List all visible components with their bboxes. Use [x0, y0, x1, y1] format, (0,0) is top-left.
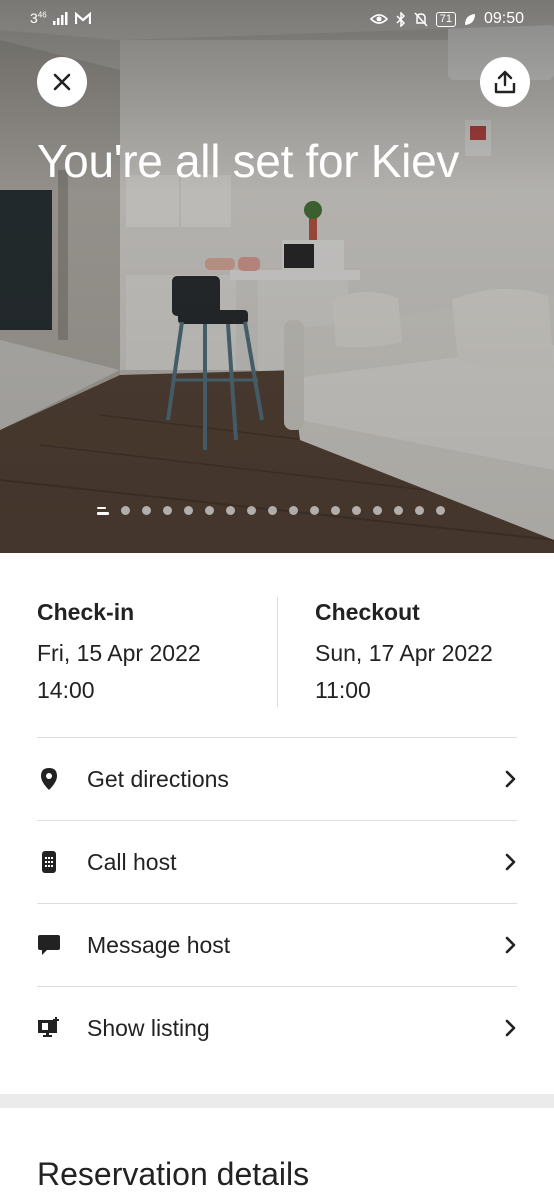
checkin-label: Check-in [37, 599, 135, 625]
show-listing-row[interactable]: Show listing [37, 987, 517, 1069]
share-icon [494, 70, 516, 94]
carousel-dot[interactable] [289, 506, 298, 515]
section-separator [0, 1094, 554, 1108]
listing-icon [37, 1016, 61, 1040]
checkin-block: Check-in Fri, 15 Apr 2022 14:00 [37, 597, 201, 704]
carousel-dot[interactable] [268, 506, 277, 515]
carousel-dot[interactable] [373, 506, 382, 515]
close-button[interactable] [37, 57, 87, 107]
carousel-dot[interactable] [394, 506, 403, 515]
carousel-dot[interactable] [310, 506, 319, 515]
status-bar: 346 71 09:50 [0, 0, 554, 38]
carousel-dot[interactable] [415, 506, 424, 515]
carousel-dot[interactable] [121, 506, 130, 515]
show-listing-label: Show listing [87, 1014, 210, 1041]
checkout-label: Checkout [315, 599, 420, 625]
carousel-dot[interactable] [163, 506, 172, 515]
hero-photo-carousel[interactable]: 346 71 09:50 You're all set for Kiev [0, 0, 554, 553]
carousel-dot[interactable] [184, 506, 193, 515]
carousel-dot[interactable] [205, 506, 214, 515]
battery-indicator: 71 [435, 11, 456, 27]
carousel-dot[interactable] [247, 506, 256, 515]
chevron-right-icon [503, 852, 517, 872]
mute-bell-icon [414, 11, 428, 27]
checkout-time: 11:00 [315, 677, 371, 703]
network-type: 346 [30, 10, 47, 26]
eye-icon [369, 14, 388, 24]
share-button[interactable] [480, 57, 530, 107]
page-title: You're all set for Kiev [37, 135, 460, 187]
reservation-details-heading: Reservation details [37, 1156, 310, 1192]
location-pin-icon [37, 767, 61, 791]
checkin-time: 14:00 [37, 677, 95, 703]
stay-dates: Check-in Fri, 15 Apr 2022 14:00 Checkout… [37, 597, 517, 709]
checkout-date: Sun, 17 Apr 2022 [315, 640, 493, 666]
chevron-right-icon [503, 769, 517, 789]
carousel-dot[interactable] [352, 506, 361, 515]
call-host-label: Call host [87, 848, 177, 875]
carousel-dot-active[interactable] [97, 506, 109, 515]
clock: 09:50 [483, 10, 524, 27]
carousel-dot[interactable] [331, 506, 340, 515]
close-icon [53, 73, 71, 91]
vertical-divider [277, 597, 278, 707]
carousel-dot[interactable] [226, 506, 235, 515]
call-host-row[interactable]: Call host [37, 821, 517, 903]
chevron-right-icon [503, 935, 517, 955]
leaf-icon [464, 13, 475, 25]
get-directions-row[interactable]: Get directions [37, 738, 517, 820]
carousel-dot[interactable] [436, 506, 445, 515]
message-host-label: Message host [87, 931, 231, 958]
chevron-right-icon [503, 1018, 517, 1038]
message-icon [37, 933, 61, 957]
message-host-row[interactable]: Message host [37, 904, 517, 986]
phone-icon [37, 850, 61, 874]
carousel-dot[interactable] [142, 506, 151, 515]
signal-icon [52, 11, 68, 25]
checkout-block: Checkout Sun, 17 Apr 2022 11:00 [315, 597, 493, 704]
checkin-date: Fri, 15 Apr 2022 [37, 640, 201, 666]
carousel-indicator [97, 506, 445, 515]
bluetooth-icon [396, 11, 405, 27]
get-directions-label: Get directions [87, 765, 229, 792]
gmail-icon [74, 11, 91, 24]
